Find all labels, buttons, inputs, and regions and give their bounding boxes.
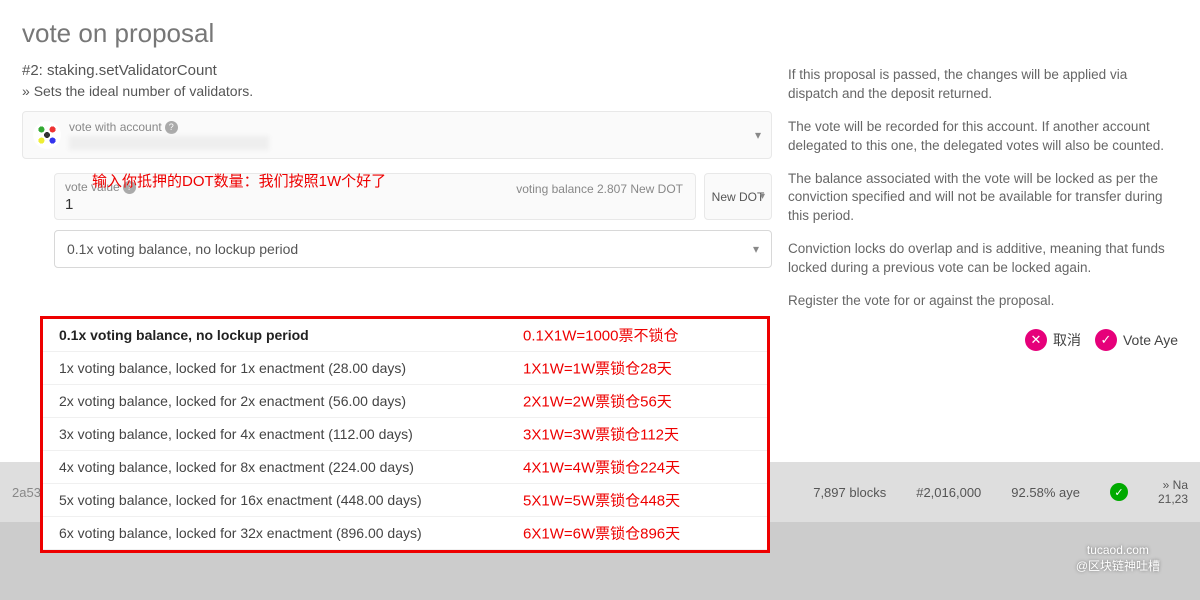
- conviction-option[interactable]: 2x voting balance, locked for 2x enactme…: [43, 385, 767, 418]
- watermark: tucaod.com @区块链神吐槽: [1076, 543, 1160, 574]
- info-text: If this proposal is passed, the changes …: [788, 66, 1178, 104]
- chevron-down-icon: ▾: [753, 242, 759, 256]
- voting-balance: voting balance 2.807 New DOT: [516, 182, 683, 196]
- annotation: 6X1W=6W票锁仓896天: [523, 523, 680, 544]
- row-ref: #2,016,000: [916, 485, 981, 500]
- proposal-description: Sets the ideal number of validators.: [22, 83, 772, 99]
- vote-aye-button[interactable]: ✓Vote Aye: [1095, 329, 1178, 351]
- conviction-option[interactable]: 0.1x voting balance, no lockup period0.1…: [43, 319, 767, 352]
- annotation: 3X1W=3W票锁仓112天: [523, 424, 679, 445]
- info-text: The balance associated with the vote wil…: [788, 170, 1178, 227]
- conviction-selected: 0.1x voting balance, no lockup period: [67, 241, 298, 257]
- info-text: The vote will be recorded for this accou…: [788, 118, 1178, 156]
- chevron-down-icon: ▾: [760, 191, 765, 202]
- conviction-option[interactable]: 6x voting balance, locked for 32x enactm…: [43, 517, 767, 550]
- annotation: 0.1X1W=1000票不锁仓: [523, 325, 679, 346]
- annotation: 1X1W=1W票锁仓28天: [523, 358, 672, 379]
- conviction-option[interactable]: 4x voting balance, locked for 8x enactme…: [43, 451, 767, 484]
- account-selector[interactable]: vote with account? ▾: [22, 111, 772, 159]
- row-blocks: 7,897 blocks: [813, 485, 886, 500]
- cancel-button[interactable]: ✕取消: [1025, 329, 1081, 351]
- annotation-input: 输入你抵押的DOT数量：我们按照1W个好了: [92, 170, 386, 191]
- row-nay-val: 21,23: [1158, 492, 1188, 506]
- identicon-icon: [33, 121, 61, 149]
- unit-dropdown[interactable]: New DOT ▾: [704, 173, 772, 220]
- vote-value-input[interactable]: 1: [65, 196, 685, 213]
- annotation: 2X1W=2W票锁仓56天: [523, 391, 672, 412]
- check-icon: ✓: [1110, 483, 1128, 501]
- annotation: 5X1W=5W票锁仓448天: [523, 490, 680, 511]
- conviction-option[interactable]: 3x voting balance, locked for 4x enactme…: [43, 418, 767, 451]
- chevron-down-icon: ▾: [755, 128, 761, 142]
- row-aye-pct: 92.58% aye: [1011, 485, 1080, 500]
- proposal-id: #2: staking.setValidatorCount: [22, 62, 772, 79]
- conviction-option[interactable]: 1x voting balance, locked for 1x enactme…: [43, 352, 767, 385]
- conviction-dropdown: 0.1x voting balance, no lockup period0.1…: [40, 316, 770, 553]
- row-nay-label: » Na: [1158, 478, 1188, 492]
- unit-label: New DOT: [712, 190, 765, 204]
- conviction-select[interactable]: 0.1x voting balance, no lockup period ▾: [54, 230, 772, 268]
- info-text: Conviction locks do overlap and is addit…: [788, 240, 1178, 278]
- account-name-blurred: [69, 136, 269, 150]
- info-text: Register the vote for or against the pro…: [788, 292, 1178, 311]
- check-icon: ✓: [1095, 329, 1117, 351]
- modal-title: vote on proposal: [0, 0, 1200, 61]
- account-label: vote with account: [69, 120, 162, 134]
- conviction-option[interactable]: 5x voting balance, locked for 16x enactm…: [43, 484, 767, 517]
- close-icon: ✕: [1025, 329, 1047, 351]
- annotation: 4X1W=4W票锁仓224天: [523, 457, 680, 478]
- help-icon[interactable]: ?: [165, 121, 178, 134]
